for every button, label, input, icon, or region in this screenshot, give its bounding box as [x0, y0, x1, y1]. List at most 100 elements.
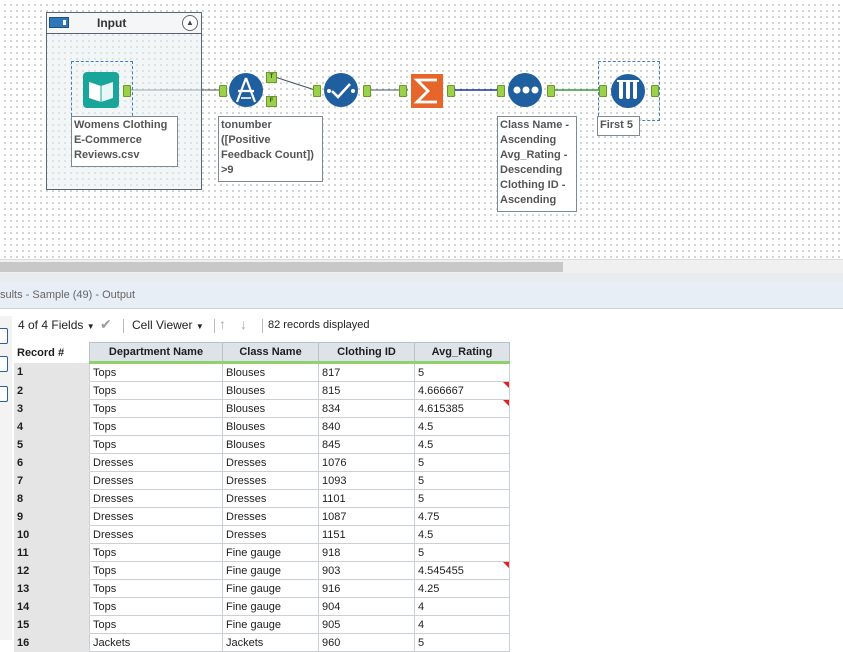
table-cell[interactable]: 5 [414, 633, 510, 652]
table-cell[interactable]: Fine gauge [222, 615, 319, 634]
config-view-icon[interactable] [0, 386, 8, 402]
record-number-cell[interactable]: 15 [14, 615, 90, 634]
table-cell[interactable]: Jackets [222, 633, 319, 652]
table-cell[interactable]: 4.25 [414, 579, 510, 598]
column-header[interactable]: Record # [14, 342, 90, 363]
table-cell[interactable]: 1087 [318, 507, 415, 526]
output-anchor[interactable] [363, 85, 371, 97]
select-tool[interactable] [313, 72, 371, 110]
table-cell[interactable]: 845 [318, 435, 415, 454]
column-header[interactable]: Clothing ID [318, 342, 415, 364]
table-cell[interactable]: 815 [318, 381, 415, 400]
table-cell[interactable]: 916 [318, 579, 415, 598]
table-cell[interactable]: 4.5 [414, 435, 510, 454]
table-cell[interactable]: 5 [414, 362, 510, 382]
record-number-cell[interactable]: 6 [14, 453, 90, 472]
record-number-cell[interactable]: 7 [14, 471, 90, 490]
input-data-tool[interactable] [71, 61, 133, 121]
table-cell[interactable]: Dresses [222, 453, 319, 472]
table-cell[interactable]: 4.75 [414, 507, 510, 526]
record-number-cell[interactable]: 9 [14, 507, 90, 526]
table-cell[interactable]: Blouses [222, 362, 319, 382]
table-row[interactable]: 9 Dresses Dresses 1087 4.75 [14, 507, 510, 526]
table-cell[interactable]: 4.5 [414, 417, 510, 436]
record-number-cell[interactable]: 4 [14, 417, 90, 436]
record-number-cell[interactable]: 3 [14, 399, 90, 418]
table-cell[interactable]: 918 [318, 543, 415, 562]
table-row[interactable]: 6 Dresses Dresses 1076 5 [14, 453, 510, 472]
table-cell[interactable]: 5 [414, 543, 510, 562]
table-cell[interactable]: Fine gauge [222, 561, 319, 580]
table-cell[interactable]: Dresses [89, 525, 223, 544]
table-cell[interactable]: Tops [89, 381, 223, 400]
workflow-canvas[interactable]: Input ▲ Womens Clothing E-Commerce Revie… [0, 0, 843, 259]
table-cell[interactable]: 4.666667 [414, 381, 510, 400]
record-number-cell[interactable]: 16 [14, 633, 90, 652]
table-cell[interactable]: Dresses [89, 507, 223, 526]
table-cell[interactable]: Fine gauge [222, 543, 319, 562]
table-cell[interactable]: Dresses [89, 489, 223, 508]
table-cell[interactable]: Tops [89, 399, 223, 418]
table-cell[interactable]: 905 [318, 615, 415, 634]
table-cell[interactable]: 5 [414, 489, 510, 508]
table-cell[interactable]: Fine gauge [222, 579, 319, 598]
table-cell[interactable]: 1093 [318, 471, 415, 490]
table-row[interactable]: 13 Tops Fine gauge 916 4.25 [14, 579, 510, 598]
record-number-cell[interactable]: 2 [14, 381, 90, 400]
table-cell[interactable]: Tops [89, 435, 223, 454]
table-cell[interactable]: Dresses [222, 507, 319, 526]
table-cell[interactable]: Dresses [222, 489, 319, 508]
output-anchor[interactable] [447, 85, 455, 97]
record-number-cell[interactable]: 5 [14, 435, 90, 454]
table-cell[interactable]: Fine gauge [222, 597, 319, 616]
output-anchor[interactable] [547, 85, 555, 97]
summarize-tool[interactable] [399, 72, 457, 110]
arrow-up-icon[interactable]: ↑ [219, 316, 226, 332]
record-number-cell[interactable]: 1 [14, 362, 90, 382]
table-cell[interactable]: Tops [89, 561, 223, 580]
table-cell[interactable]: 840 [318, 417, 415, 436]
collapse-icon[interactable]: ▲ [182, 15, 198, 31]
column-header[interactable]: Department Name [89, 342, 223, 364]
table-cell[interactable]: 960 [318, 633, 415, 652]
sort-tool[interactable] [497, 72, 555, 110]
table-cell[interactable]: 5 [414, 471, 510, 490]
container-enable-toggle-icon[interactable] [49, 17, 69, 28]
record-number-cell[interactable]: 13 [14, 579, 90, 598]
record-number-cell[interactable]: 14 [14, 597, 90, 616]
output-anchor[interactable] [651, 85, 659, 97]
column-header[interactable]: Class Name [222, 342, 319, 364]
table-cell[interactable]: Tops [89, 579, 223, 598]
table-cell[interactable]: 4.545455 [414, 561, 510, 580]
arrow-down-icon[interactable]: ↓ [240, 316, 247, 332]
table-cell[interactable]: Tops [89, 543, 223, 562]
table-cell[interactable]: Dresses [89, 453, 223, 472]
table-row[interactable]: 11 Tops Fine gauge 918 5 [14, 543, 510, 562]
table-row[interactable]: 4 Tops Blouses 840 4.5 [14, 417, 510, 436]
table-cell[interactable]: 4.615385 [414, 399, 510, 418]
table-cell[interactable]: Tops [89, 597, 223, 616]
table-cell[interactable]: Dresses [222, 471, 319, 490]
table-cell[interactable]: Dresses [89, 471, 223, 490]
table-row[interactable]: 8 Dresses Dresses 1101 5 [14, 489, 510, 508]
apply-checkmark-icon[interactable]: ✔ [100, 316, 112, 333]
table-cell[interactable]: 4 [414, 597, 510, 616]
canvas-horizontal-scrollbar[interactable] [0, 259, 843, 274]
false-anchor[interactable]: F [266, 96, 277, 107]
table-row[interactable]: 2 Tops Blouses 815 4.666667 [14, 381, 510, 400]
table-cell[interactable]: Blouses [222, 381, 319, 400]
record-number-cell[interactable]: 12 [14, 561, 90, 580]
true-anchor[interactable]: T [266, 72, 277, 83]
metadata-view-icon[interactable] [0, 356, 8, 372]
filter-tool[interactable]: T F [219, 72, 279, 110]
table-row[interactable]: 1 Tops Blouses 817 5 [14, 362, 510, 382]
table-row[interactable]: 10 Dresses Dresses 1151 4.5 [14, 525, 510, 544]
table-row[interactable]: 12 Tops Fine gauge 903 4.545455 [14, 561, 510, 580]
table-cell[interactable]: Blouses [222, 399, 319, 418]
sample-tool[interactable] [598, 61, 660, 121]
table-cell[interactable]: Blouses [222, 435, 319, 454]
table-cell[interactable]: 903 [318, 561, 415, 580]
table-cell[interactable]: 1076 [318, 453, 415, 472]
table-row[interactable]: 7 Dresses Dresses 1093 5 [14, 471, 510, 490]
table-cell[interactable]: Tops [89, 362, 223, 382]
